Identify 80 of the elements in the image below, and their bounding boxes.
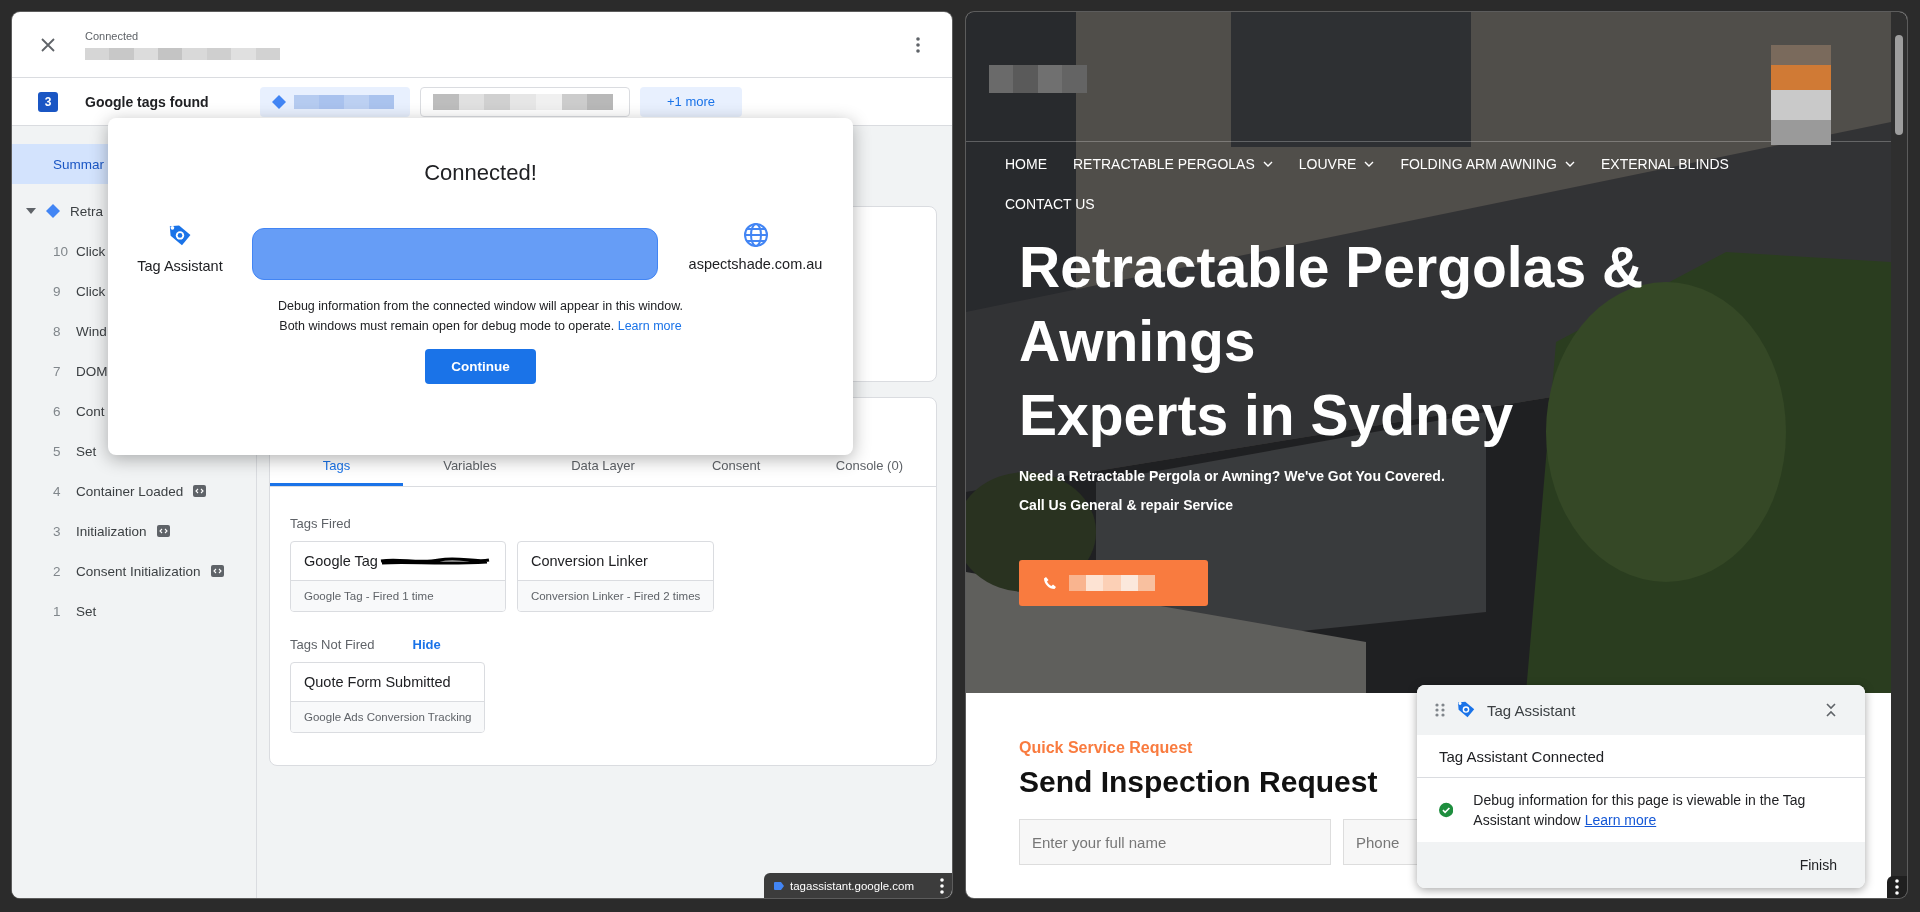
- popup-status: Tag Assistant Connected: [1417, 735, 1865, 778]
- nav-item[interactable]: CONTACT US: [1005, 184, 1095, 224]
- sidebar-item[interactable]: Set: [76, 603, 97, 619]
- dialog-message: Debug information from the connected window will appear in this window. Both windows must remain open for debug mode to operate. Learn more: [277, 298, 684, 335]
- form-title: Send Inspection Request: [1019, 765, 1379, 799]
- source-label: Tag Assistant: [137, 258, 223, 274]
- tag-name: Google Tag: [304, 553, 378, 569]
- sidebar-item[interactable]: Click: [76, 283, 106, 299]
- popup-title: Tag Assistant: [1487, 701, 1577, 719]
- input-field[interactable]: Enter your full name: [1019, 819, 1331, 865]
- sidebar-item[interactable]: Initialization: [76, 523, 147, 539]
- event-number: 2: [53, 563, 62, 579]
- sidebar-item[interactable]: Retra: [70, 203, 103, 219]
- dialog-title: Connected!: [424, 160, 537, 187]
- learn-more-link[interactable]: Learn more: [1584, 812, 1657, 828]
- continue-button[interactable]: Continue: [425, 349, 536, 384]
- sidebar-row[interactable]: Retra: [12, 191, 256, 231]
- more-chip[interactable]: +1 more: [640, 86, 742, 117]
- tag-detail: Conversion Linker - Fired 2 times: [517, 581, 714, 611]
- drag-handle-icon[interactable]: [1435, 703, 1445, 717]
- event-number: 10: [53, 243, 70, 259]
- sidebar-item[interactable]: Set: [76, 443, 97, 459]
- hide-link[interactable]: Hide: [412, 636, 441, 652]
- form-eyebrow: Quick Service Request: [1019, 739, 1193, 757]
- tag-card[interactable]: Quote Form Submitted Google Ads Conversion Tracking: [290, 662, 486, 733]
- event-number: 4: [53, 483, 62, 499]
- diamond-icon: [46, 204, 60, 218]
- sidebar-item[interactable]: DOM: [76, 363, 108, 379]
- count-badge: 3: [38, 91, 58, 112]
- hero-subtitle: Need a Retractable Pergola or Awning? We've Got You Covered. Call Us General & repair Service: [1019, 467, 1446, 515]
- tag-detail: Google Ads Conversion Tracking: [291, 702, 485, 732]
- scrollbar-thumb[interactable]: [1895, 35, 1903, 135]
- sidebar-row[interactable]: 4 Container Loaded: [12, 471, 256, 511]
- sidebar-row[interactable]: 3 Initialization: [12, 511, 256, 551]
- popup-message: Debug information for this page is viewable in the Tag Assistant window Learn more: [1473, 791, 1807, 830]
- section-title: Tags Not Fired: [290, 636, 375, 652]
- tag-name: Conversion Linker: [530, 553, 648, 569]
- nav-item[interactable]: RETRACTABLE PERGOLAS: [1073, 144, 1273, 184]
- site-label: aspectshade.com.au: [688, 256, 823, 272]
- check-circle-icon: [1439, 800, 1454, 820]
- tag-name: Quote Form Submitted: [304, 674, 451, 690]
- tags-found-label: Google tags found: [85, 93, 210, 110]
- event-number: 6: [53, 403, 62, 419]
- tag-card[interactable]: Google Tag Google Tag - Fired 1 time: [290, 541, 506, 612]
- tag-detail: Google Tag - Fired 1 time: [291, 581, 505, 611]
- sidebar-row[interactable]: 1 Set: [12, 591, 256, 631]
- sidebar-row[interactable]: 2 Consent Initialization: [12, 551, 256, 591]
- nav-item[interactable]: FOLDING ARM AWNING: [1400, 144, 1575, 184]
- sidebar-item[interactable]: Container Loaded: [76, 483, 184, 499]
- globe-icon: [742, 222, 769, 248]
- event-number: 9: [53, 283, 62, 299]
- tab[interactable]: Console (0): [802, 448, 936, 486]
- close-icon[interactable]: [40, 36, 56, 53]
- more-icon[interactable]: [1895, 879, 1899, 895]
- sidebar-item[interactable]: Consent Initialization: [76, 563, 201, 579]
- finish-button[interactable]: Finish: [1793, 856, 1843, 874]
- nav-item[interactable]: HOME: [1005, 144, 1047, 184]
- more-icon[interactable]: [940, 877, 944, 894]
- event-number: 1: [53, 603, 62, 619]
- diamond-icon: [272, 94, 286, 109]
- nav-item[interactable]: LOUVRE: [1298, 144, 1375, 184]
- collapse-icon[interactable]: [1825, 702, 1837, 718]
- learn-more-link[interactable]: Learn more: [617, 319, 682, 333]
- phone-icon: [1043, 576, 1057, 590]
- url-text: tagassistant.google.com: [790, 879, 916, 892]
- status-text: Connected: [85, 29, 140, 42]
- tab-icon: [774, 881, 784, 890]
- tag-card[interactable]: Conversion Linker Conversion Linker - Fired 2 times: [516, 541, 715, 612]
- event-number: 8: [53, 323, 62, 339]
- event-number: 3: [53, 523, 62, 539]
- nav-item[interactable]: EXTERNAL BLINDS: [1601, 144, 1729, 184]
- event-number: 5: [53, 443, 62, 459]
- sidebar-item[interactable]: Cont: [76, 403, 105, 419]
- sidebar-item[interactable]: Click: [76, 243, 106, 259]
- caret-down-icon[interactable]: [26, 208, 36, 214]
- section-title: Tags Fired: [290, 515, 351, 531]
- sidebar-item[interactable]: Wind: [76, 323, 107, 339]
- hero-heading: Retractable Pergolas & Awnings Experts in Sydney: [1019, 234, 1645, 449]
- more-icon[interactable]: [916, 36, 920, 53]
- event-number: 7: [53, 363, 62, 379]
